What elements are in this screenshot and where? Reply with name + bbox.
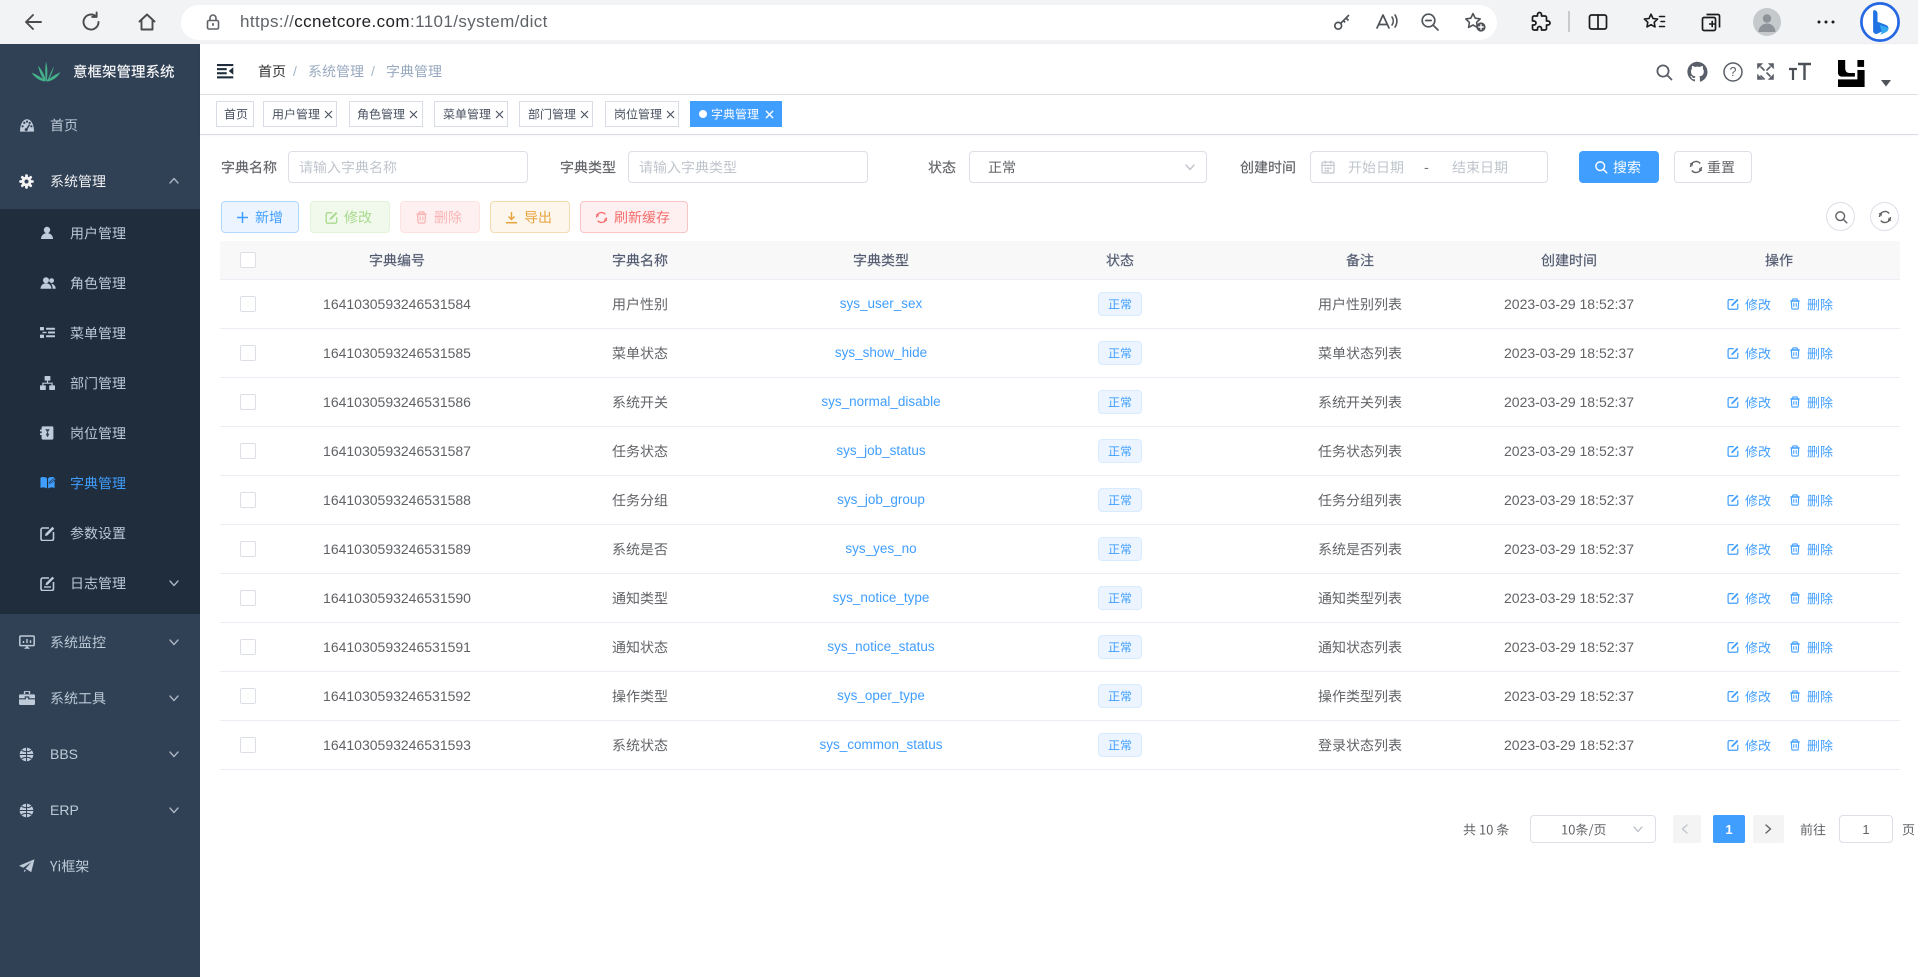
svg-text:?: ? [1730, 65, 1737, 79]
